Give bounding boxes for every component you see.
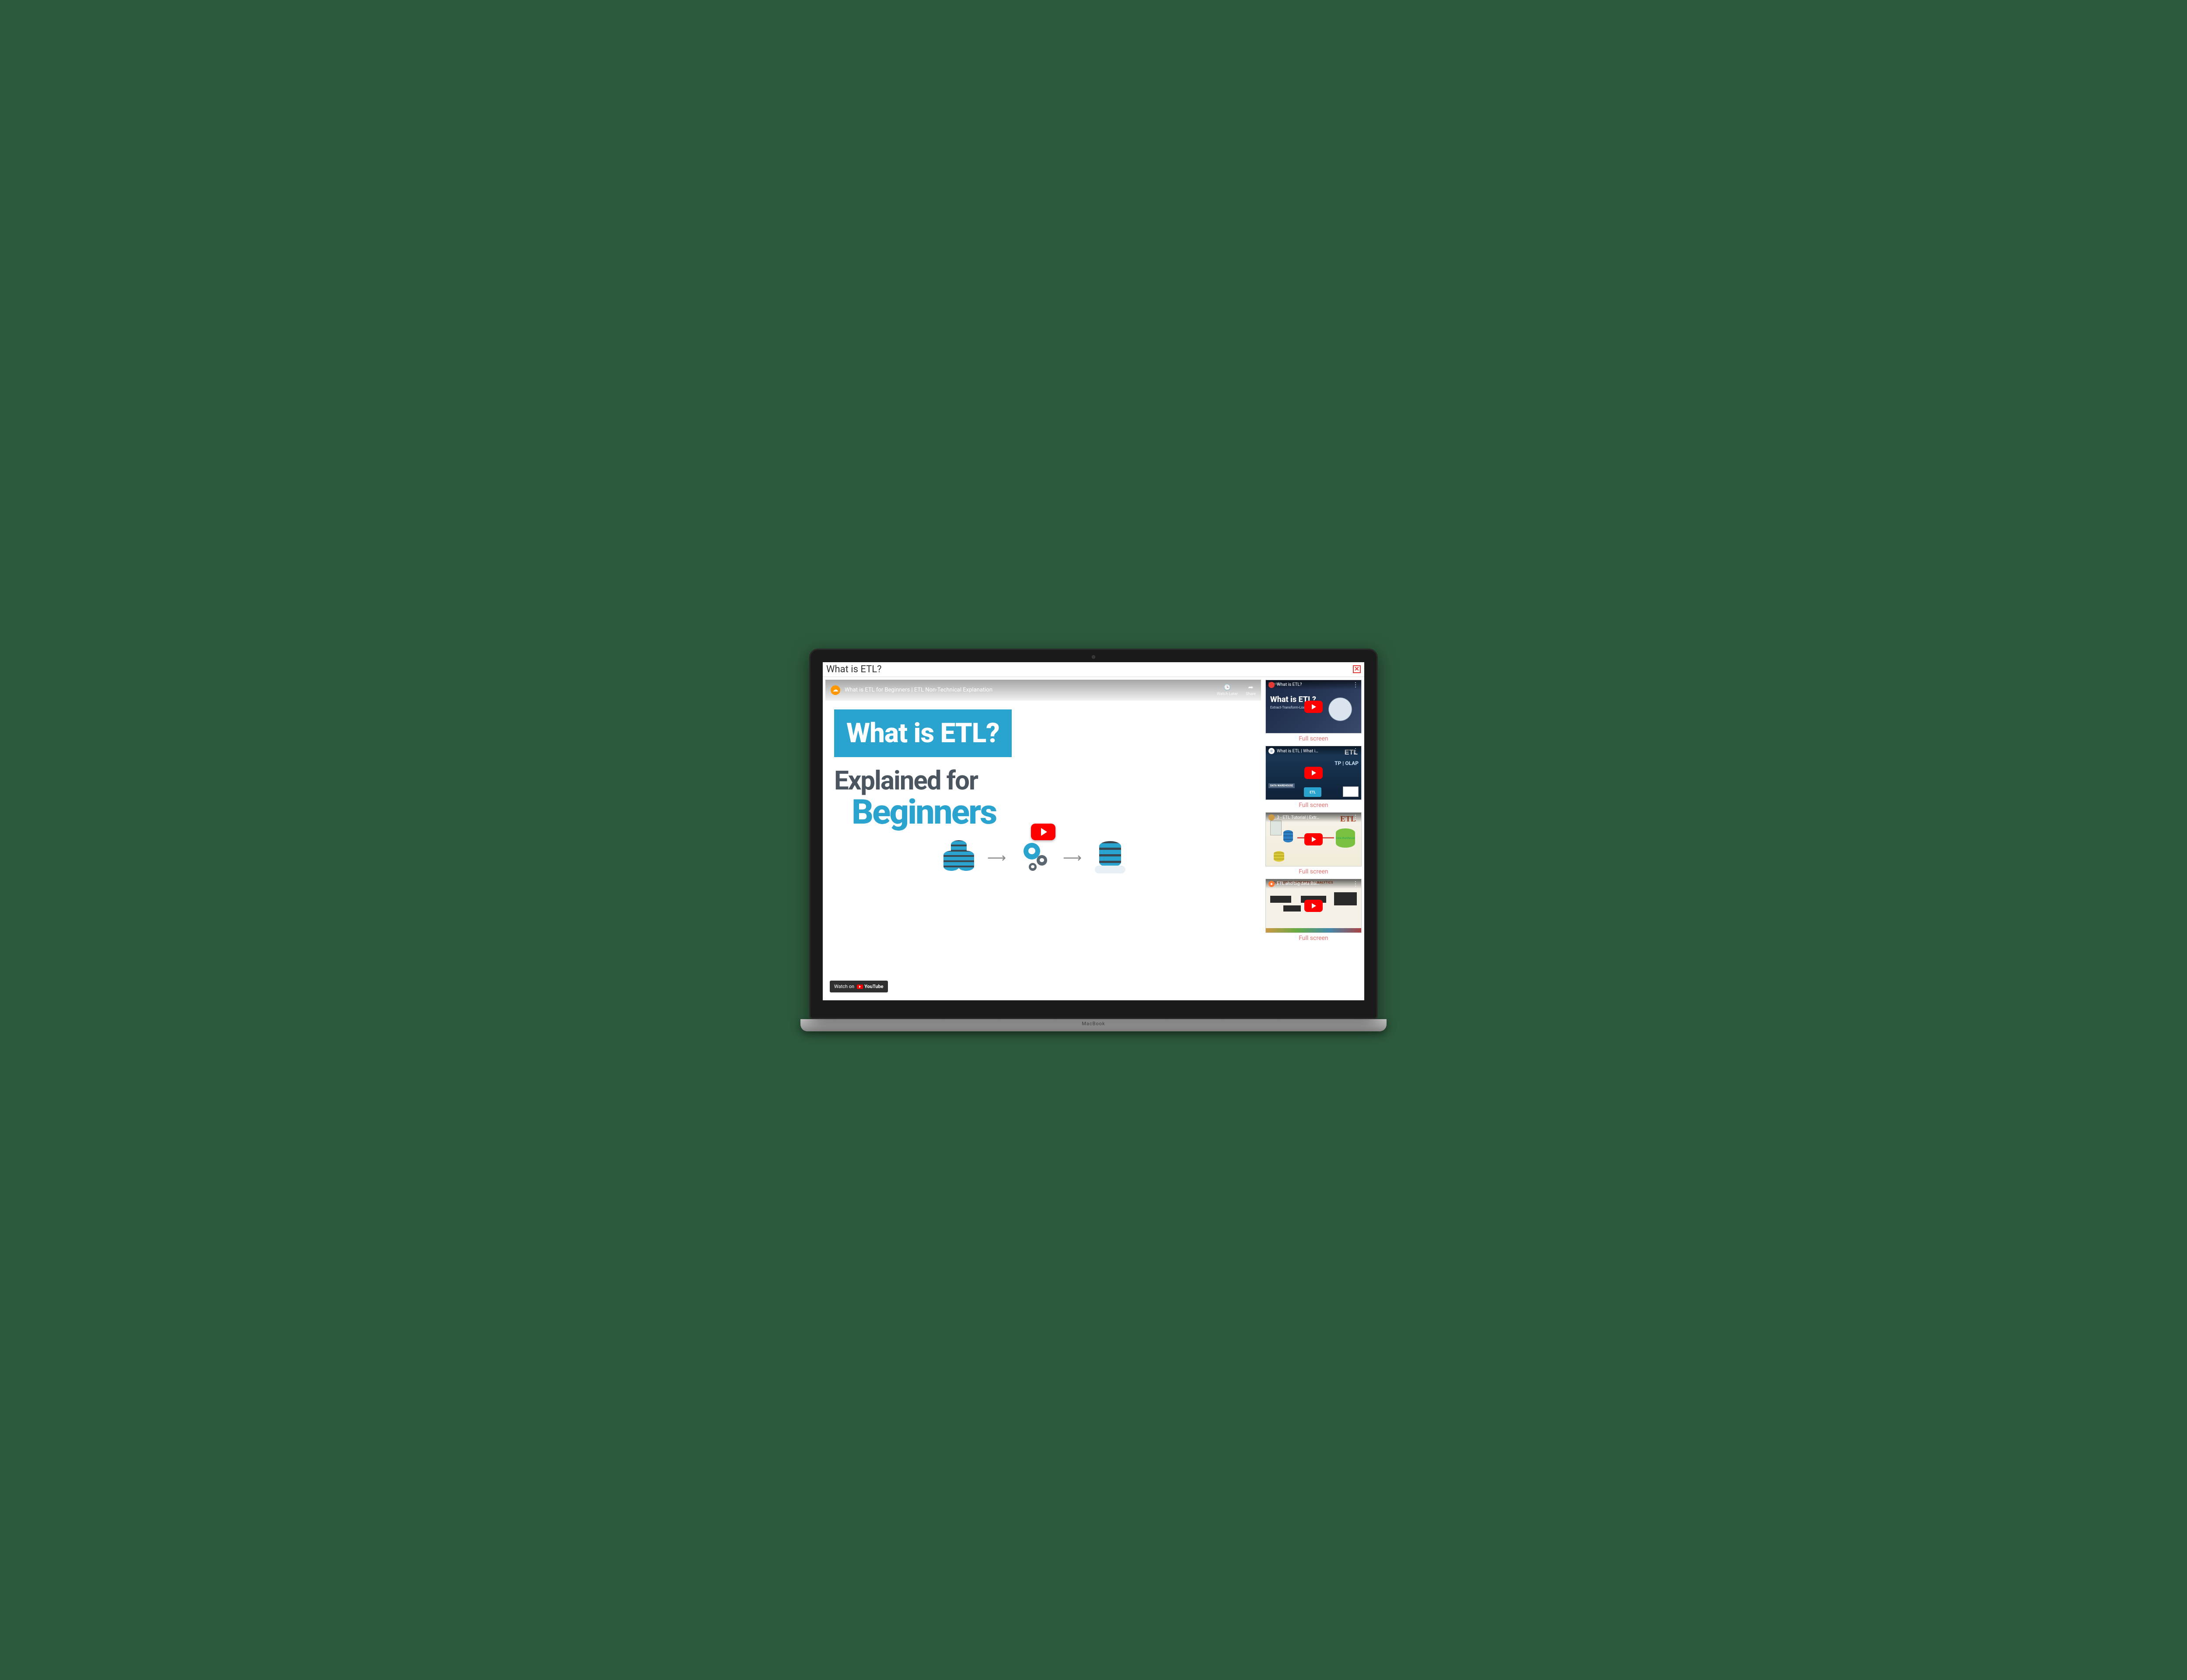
video-slide: What is ETL? Explained for Beginners bbox=[825, 701, 1261, 997]
video-thumbnail[interactable]: EVOLUTION OF ENTERPRISE ANALYTICS ◆ ETL … bbox=[1265, 879, 1362, 933]
thumb-dw-label: DATA WAREHOUSE bbox=[1268, 783, 1295, 788]
youtube-logo-icon: YouTube bbox=[857, 984, 884, 989]
screen-bezel: What is ETL? ✕ ☁ What is ETL for Beginne… bbox=[809, 649, 1378, 1020]
database-icon bbox=[1283, 830, 1293, 842]
share-button[interactable]: ➦ Share bbox=[1246, 684, 1256, 696]
watch-on-youtube-button[interactable]: Watch on YouTube bbox=[830, 981, 888, 992]
watch-on-prefix: Watch on bbox=[834, 984, 854, 989]
share-label: Share bbox=[1246, 692, 1256, 696]
target-database-icon bbox=[1095, 841, 1125, 875]
arrow-right-icon: ⟶ bbox=[987, 850, 1006, 866]
screen: What is ETL? ✕ ☁ What is ETL for Beginne… bbox=[823, 662, 1364, 1001]
slide-headline: What is ETL? bbox=[834, 709, 1012, 757]
related-video: ETL Data Warehouse 3 - ETL Tutorial | Ex… bbox=[1265, 812, 1362, 876]
page-title: What is ETL? bbox=[826, 664, 882, 675]
fullscreen-link[interactable]: Full screen bbox=[1299, 868, 1328, 875]
fullscreen-link[interactable]: Full screen bbox=[1299, 735, 1328, 742]
webcam-dot bbox=[1092, 655, 1095, 659]
chart-icon bbox=[1343, 786, 1359, 797]
arrow-right-icon: ⟶ bbox=[1063, 850, 1082, 866]
video-thumbnail[interactable]: ETL Data Warehouse 3 - ETL Tutorial | Ex… bbox=[1265, 812, 1362, 866]
laptop-base: MacBook bbox=[800, 1019, 1387, 1031]
video-top-actions: 🕒 Watch Later ➦ Share bbox=[1217, 684, 1256, 696]
source-databases-icon bbox=[943, 843, 974, 873]
channel-avatar-icon bbox=[1268, 682, 1275, 688]
play-icon bbox=[1304, 900, 1323, 912]
more-options-icon[interactable]: ⋮ bbox=[1352, 748, 1359, 754]
video-top-bar: ☁ What is ETL for Beginners | ETL Non-Te… bbox=[825, 680, 1261, 701]
video-thumbnail[interactable]: ETL TP | OLAP DATA WAREHOUSE ETL ◎ What … bbox=[1265, 746, 1362, 800]
channel-avatar-icon bbox=[1268, 814, 1275, 821]
thumb-oltp-label: TP | OLAP bbox=[1335, 760, 1359, 766]
video-title[interactable]: What is ETL for Beginners | ETL Non-Tech… bbox=[845, 687, 1212, 693]
portrait-icon bbox=[1270, 821, 1282, 835]
transform-gears-icon bbox=[1019, 843, 1050, 873]
database-icon bbox=[1274, 851, 1284, 862]
share-icon: ➦ bbox=[1248, 684, 1254, 691]
thumb-etl-box: ETL bbox=[1304, 787, 1321, 797]
channel-avatar-icon: ◎ bbox=[1268, 748, 1275, 754]
thumb-title: What is ETL? bbox=[1277, 682, 1350, 687]
close-button[interactable]: ✕ bbox=[1353, 665, 1361, 673]
related-videos-sidebar: talend What is ETL? Extract-Transform-Lo… bbox=[1265, 680, 1362, 997]
etl-diagram: ⟶ ⟶ bbox=[834, 841, 1252, 875]
page-header: What is ETL? ✕ bbox=[823, 662, 1364, 677]
play-icon bbox=[1304, 767, 1323, 779]
video-thumbnail[interactable]: talend What is ETL? Extract-Transform-Lo… bbox=[1265, 680, 1362, 734]
thumb-title: ETL and big data Bul… bbox=[1277, 881, 1350, 886]
play-icon bbox=[1304, 701, 1323, 713]
more-options-icon[interactable]: ⋮ bbox=[1352, 814, 1359, 821]
laptop-frame: What is ETL? ✕ ☁ What is ETL for Beginne… bbox=[809, 649, 1378, 1032]
watch-later-button[interactable]: 🕒 Watch Later bbox=[1217, 684, 1238, 696]
more-options-icon[interactable]: ⋮ bbox=[1352, 881, 1359, 887]
related-video: talend What is ETL? Extract-Transform-Lo… bbox=[1265, 680, 1362, 744]
thumb-title: What is ETL | What i… bbox=[1277, 749, 1350, 754]
main-video-player[interactable]: ☁ What is ETL for Beginners | ETL Non-Te… bbox=[825, 680, 1261, 997]
more-options-icon[interactable]: ⋮ bbox=[1352, 682, 1359, 688]
play-button[interactable] bbox=[1031, 824, 1055, 840]
slide-subhead: Explained for bbox=[834, 765, 1252, 796]
thumb-overlay-sub: Extract-Transform-Load bbox=[1270, 706, 1307, 709]
channel-avatar-icon[interactable]: ☁ bbox=[831, 685, 840, 695]
fullscreen-link[interactable]: Full screen bbox=[1299, 935, 1328, 942]
clock-icon: 🕒 bbox=[1223, 684, 1231, 691]
datawarehouse-icon: Data Warehouse bbox=[1336, 828, 1355, 848]
related-video: EVOLUTION OF ENTERPRISE ANALYTICS ◆ ETL … bbox=[1265, 879, 1362, 943]
content-row: ☁ What is ETL for Beginners | ETL Non-Te… bbox=[823, 677, 1364, 1000]
play-icon bbox=[1304, 833, 1323, 845]
fullscreen-link[interactable]: Full screen bbox=[1299, 802, 1328, 809]
related-video: ETL TP | OLAP DATA WAREHOUSE ETL ◎ What … bbox=[1265, 746, 1362, 810]
play-icon bbox=[1041, 828, 1047, 836]
thumb-title: 3 - ETL Tutorial | Extr… bbox=[1277, 815, 1350, 820]
watch-later-label: Watch Later bbox=[1217, 692, 1238, 696]
channel-avatar-icon: ◆ bbox=[1268, 881, 1275, 887]
laptop-model-label: MacBook bbox=[1082, 1021, 1105, 1027]
